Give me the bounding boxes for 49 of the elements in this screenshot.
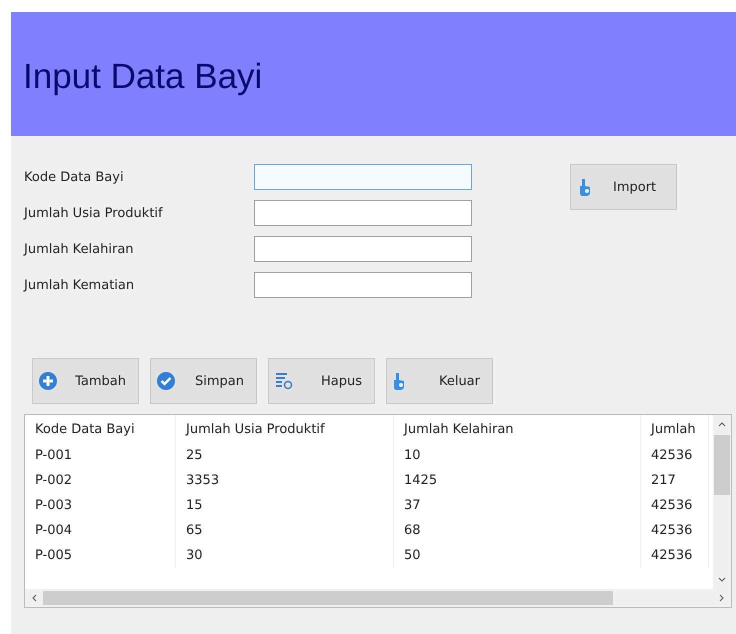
scroll-down-icon[interactable] — [718, 577, 726, 583]
hand-icon — [579, 178, 593, 196]
column-header[interactable]: Jumlah Kelahiran — [394, 415, 641, 443]
hand-icon — [393, 372, 407, 390]
scroll-left-icon[interactable] — [31, 594, 37, 602]
table-cell: 1425 — [394, 468, 641, 493]
table-cell: P-005 — [25, 543, 176, 568]
table-cell: P-004 — [25, 518, 176, 543]
horizontal-scrollbar[interactable] — [25, 589, 731, 607]
table-cell: P-001 — [25, 443, 176, 468]
column-header[interactable]: Jumlah Usia Produktif — [176, 415, 394, 443]
toolbar-button[interactable]: Keluar — [386, 358, 493, 404]
table-cell: P-002 — [25, 468, 176, 493]
input-field[interactable] — [254, 236, 472, 262]
input-field[interactable] — [254, 164, 472, 190]
vertical-scrollbar[interactable] — [713, 415, 731, 589]
table-cell: 65 — [176, 518, 394, 543]
field-label: Kode Data Bayi — [24, 170, 125, 184]
table-cell: 42536 — [641, 518, 709, 543]
field-label: Jumlah Usia Produktif — [24, 206, 164, 220]
check-icon — [157, 372, 175, 390]
column-header[interactable]: Jumlah — [641, 415, 709, 443]
page-title: Input Data Bayi — [23, 57, 262, 97]
field-label: Jumlah Kematian — [24, 278, 136, 292]
table-cell: 42536 — [641, 543, 709, 568]
scroll-up-icon[interactable] — [718, 421, 726, 427]
table-cell: P-003 — [25, 493, 176, 518]
table-cell: 42536 — [641, 443, 709, 468]
table-cell: 15 — [176, 493, 394, 518]
table-cell: 30 — [176, 543, 394, 568]
import-button[interactable]: Import — [570, 164, 677, 210]
scroll-right-icon[interactable] — [719, 594, 725, 602]
column-header[interactable]: Kode Data Bayi — [25, 415, 176, 443]
table-cell: 42536 — [641, 493, 709, 518]
toolbar-button[interactable]: Simpan — [150, 358, 257, 404]
input-field[interactable] — [254, 272, 472, 298]
toolbar-button[interactable]: Tambah — [32, 358, 139, 404]
table-cell: 50 — [394, 543, 641, 568]
table-cell: 3353 — [176, 468, 394, 493]
list-icon — [275, 372, 293, 390]
table-cell: 37 — [394, 493, 641, 518]
field-label: Jumlah Kelahiran — [24, 242, 135, 256]
table-cell: 10 — [394, 443, 641, 468]
table-cell: 25 — [176, 443, 394, 468]
input-field[interactable] — [254, 200, 472, 226]
table-cell: 217 — [641, 468, 709, 493]
toolbar-button[interactable]: Hapus — [268, 358, 375, 404]
plus-icon — [39, 372, 57, 390]
table-cell: 68 — [394, 518, 641, 543]
